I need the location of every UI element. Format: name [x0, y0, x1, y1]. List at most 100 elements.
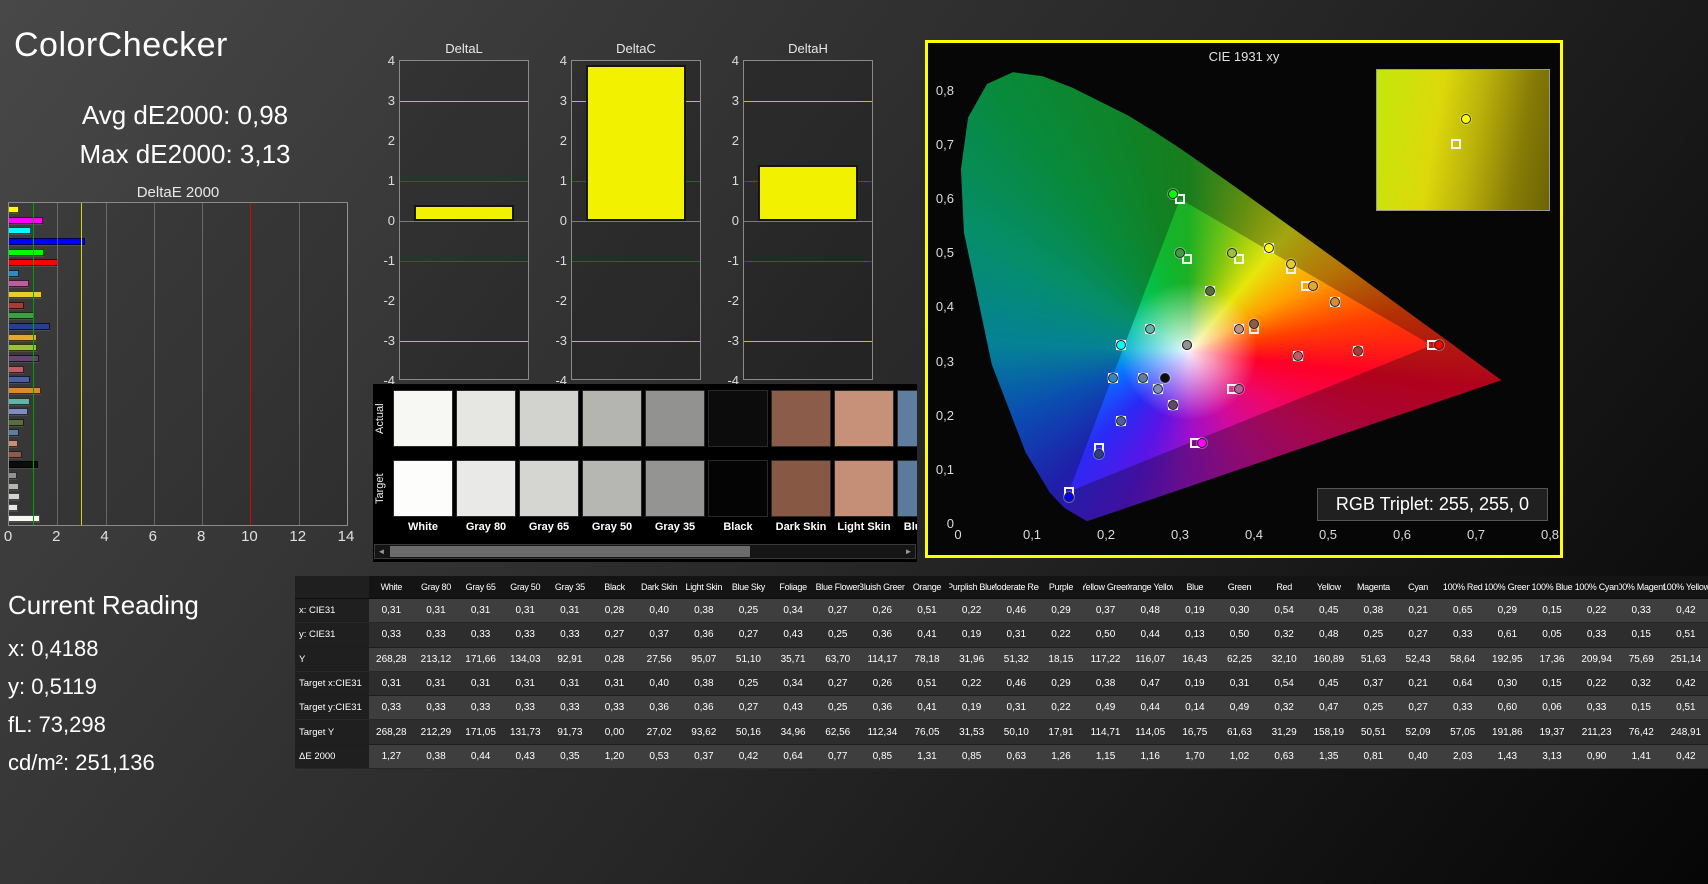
table-cell: 0,27 [604, 629, 625, 641]
table-cell: 0,31 [470, 605, 491, 617]
table-cell: 134,03 [509, 653, 541, 665]
table-row: x: CIE31 0,31 0,31 0,31 0,31 0,31 0,28 0,40 0,38… [295, 599, 1708, 624]
table-cell: 0,38 [426, 750, 446, 762]
table-cell: 0,33 [604, 702, 625, 714]
swatch-actual[interactable] [393, 390, 453, 447]
table-cell: 19,37 [1539, 726, 1565, 738]
swatch-target[interactable] [708, 460, 768, 517]
cie-measured-marker [1175, 248, 1185, 259]
swatch-scrollbar-track[interactable] [388, 545, 902, 558]
swatch-target[interactable] [582, 460, 642, 517]
table-cell: 50,51 [1360, 726, 1386, 738]
cie-chart-title: CIE 1931 xy [1208, 49, 1280, 64]
table-cell: 1,02 [1229, 750, 1250, 762]
table-cell: 0,53 [649, 750, 669, 762]
delta-y-tick-label: 3 [387, 93, 395, 108]
table-column-header: Orange Yellow [1128, 582, 1173, 592]
deltae2000-chart-title: DeltaE 2000 [136, 184, 220, 201]
swatch-actual[interactable] [897, 390, 917, 447]
table-cell: 2,03 [1452, 750, 1473, 762]
cie-measured-marker [1330, 296, 1341, 307]
table-cell: 0,54 [1274, 605, 1294, 617]
table-cell: 0,64 [783, 750, 803, 762]
reading-y: y: 0,5119 [8, 674, 97, 699]
table-cell: 0,33 [515, 629, 535, 641]
table-cell: 0,05 [1542, 629, 1562, 641]
table-cell: 117,22 [1090, 653, 1121, 665]
table-column-header: 100% Red [1442, 582, 1483, 592]
table-cell: 0,30 [1229, 605, 1250, 617]
table-cell: 191,86 [1492, 726, 1523, 738]
swatch-target[interactable] [834, 460, 894, 517]
current-reading-title: Current Reading [8, 590, 199, 620]
table-cell: 0,61 [1497, 629, 1518, 641]
cie-measured-marker [1093, 448, 1104, 459]
table-cell: 0,33 [381, 629, 402, 641]
table-cell: 248,91 [1670, 726, 1702, 738]
swatch-target[interactable] [456, 460, 516, 517]
scroll-right-icon[interactable]: ► [902, 546, 915, 557]
table-cell: 1,20 [604, 750, 625, 762]
table-cell: 63,70 [825, 653, 851, 665]
swatch-actual[interactable] [519, 390, 579, 447]
delta-y-tick-label: -1 [383, 253, 395, 268]
table-row-label: Target y:CIE31 [295, 696, 369, 720]
table-cell: 0,33 [560, 702, 580, 714]
delta-y-tick-label: -2 [383, 293, 395, 308]
swatch-target[interactable] [897, 460, 917, 517]
swatch-actual[interactable] [834, 390, 894, 447]
cie-measured-marker [1226, 248, 1237, 259]
table-cell: 213,12 [420, 653, 452, 665]
table-cell: 0,33 [426, 629, 446, 641]
cie-y-tick-label: 0,8 [935, 82, 954, 98]
swatch-target[interactable] [519, 460, 579, 517]
table-cell: 0,49 [1095, 702, 1116, 714]
swatch-scrollbar[interactable]: ◄ ► [374, 544, 916, 559]
delta-y-tick-label: 1 [731, 173, 739, 188]
table-cell: 0,44 [470, 750, 491, 762]
table-cell: 268,28 [376, 653, 407, 665]
cie-y-tick-label: 0,2 [935, 407, 954, 423]
swatch-actual[interactable] [771, 390, 831, 447]
delta-y-tick-label: 2 [731, 133, 739, 148]
table-row: Target x:CIE31 0,31 0,31 0,31 0,31 0,31 0,31 0,… [295, 671, 1708, 697]
swatch-actual[interactable] [645, 390, 705, 447]
scroll-left-icon[interactable]: ◄ [375, 546, 388, 557]
table-cell: 0,38 [1095, 677, 1116, 689]
deltae-gridline [347, 203, 348, 525]
delta-reference-line [572, 341, 700, 342]
table-cell: 0,25 [1363, 702, 1384, 714]
table-cell: 0,38 [694, 677, 714, 689]
swatch-target[interactable] [393, 460, 453, 517]
table-cell: 16,75 [1182, 726, 1208, 738]
swatch-actual[interactable] [582, 390, 642, 447]
table-cell: 0,31 [515, 677, 535, 689]
table-column-header: Green [1227, 582, 1252, 592]
delta-y-tick-label: -3 [555, 333, 567, 348]
table-cell: 0,33 [1631, 605, 1651, 617]
delta-y-tick-label: 0 [559, 213, 567, 228]
swatch-actual[interactable] [708, 390, 768, 447]
table-cell: 0,27 [827, 677, 848, 689]
table-cell: 211,23 [1581, 726, 1612, 738]
swatch-label: Black [723, 521, 753, 533]
page-title: ColorChecker [14, 26, 228, 64]
deltae-x-tick-label: 8 [196, 528, 206, 545]
swatch-scrollbar-thumb[interactable] [390, 546, 750, 557]
swatch-target[interactable] [771, 460, 831, 517]
table-column-header: Bluish Green [860, 582, 905, 592]
delta-panel-plot: 4 3 2 1 0 -1 -2 -3 -4 [383, 53, 529, 388]
cie-measured-marker [1204, 286, 1215, 297]
cie-measured-marker [1434, 340, 1444, 351]
deltal-chart-title: DeltaL [445, 41, 483, 56]
delta-y-tick-label: 4 [559, 53, 567, 68]
table-cell: 0,51 [1676, 629, 1696, 641]
delta-zero-line [572, 221, 700, 222]
swatch-actual[interactable] [456, 390, 516, 447]
table-cell: 1,15 [1095, 750, 1116, 762]
swatch-target[interactable] [645, 460, 705, 517]
table-cell: 0,48 [1319, 629, 1339, 641]
table-cell: 0,41 [917, 629, 937, 641]
table-cell: 0,43 [515, 750, 535, 762]
table-cell: 31,53 [959, 726, 985, 738]
